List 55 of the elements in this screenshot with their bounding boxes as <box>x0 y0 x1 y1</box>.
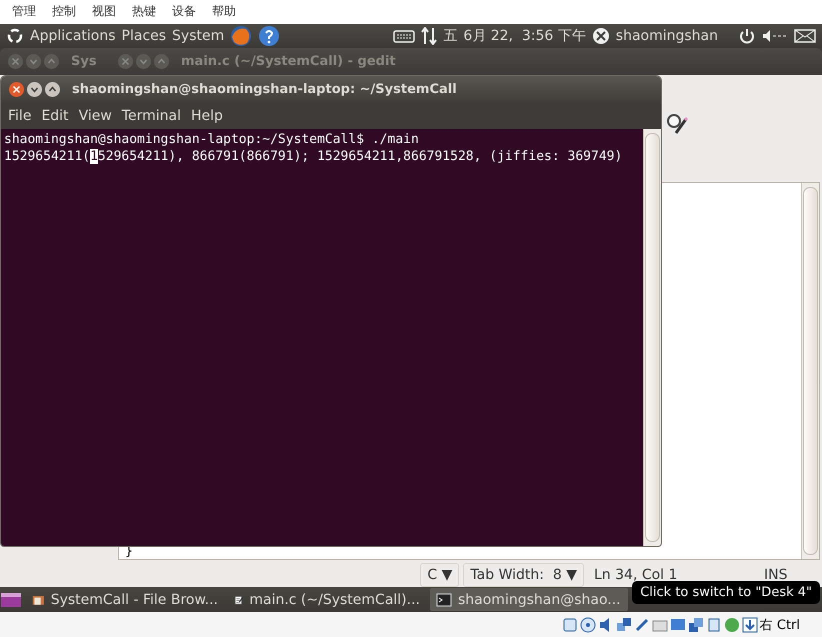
cursor-position: Ln 34, Col 1 <box>593 566 678 583</box>
menu-item[interactable]: Edit <box>36 108 74 124</box>
help-icon <box>258 24 280 47</box>
minimize-button[interactable] <box>27 82 42 97</box>
panel-menu[interactable]: Places <box>122 28 166 44</box>
tab-width-selector[interactable]: Tab Width: 8 ▼ <box>463 562 584 587</box>
menu-item[interactable]: 帮助 <box>204 3 244 20</box>
scrollbar[interactable] <box>801 182 819 559</box>
menu-item[interactable]: Help <box>186 108 228 124</box>
terminal-line: 1529654211(1529654211), 866791(866791); 1529654211,866791528, (jiffies: 369749) <box>4 148 624 165</box>
input-method-indicator: 五 <box>443 26 458 45</box>
terminal-line: shaomingshan@shaomingshan-laptop:~/SystemCall$ ./main <box>4 130 420 148</box>
pen-icon <box>634 616 650 633</box>
taskbar-button[interactable]: SystemCall - File Brow... <box>26 588 224 612</box>
taskbar-button[interactable]: shaomingshan@shao... <box>430 588 628 612</box>
insert-mode: INS <box>763 566 788 583</box>
clock: 6月 22, 3:56 下午 <box>463 26 586 45</box>
menu-item[interactable]: 热键 <box>124 3 164 20</box>
user-name: shaomingshan <box>616 28 718 44</box>
up-down-arrows-icon <box>421 26 438 45</box>
maximize-button[interactable] <box>154 54 169 69</box>
status-icon <box>592 26 610 45</box>
menu-item[interactable]: Terminal <box>116 108 186 124</box>
close-button[interactable] <box>9 82 24 97</box>
mail-icon <box>794 28 816 44</box>
taskbar-button[interactable]: main.c (~/SystemCall)... <box>228 588 426 612</box>
show-desktop-icon <box>0 590 22 609</box>
menu-item[interactable]: 视图 <box>84 3 124 20</box>
maximize-button[interactable] <box>44 54 59 69</box>
window-title: Sys <box>71 54 97 69</box>
disc-icon <box>580 616 596 633</box>
host-key-label: 右 Ctrl <box>760 616 800 634</box>
volume-icon <box>762 28 788 43</box>
network-icon <box>616 616 632 633</box>
ubuntu-logo-icon <box>6 26 24 45</box>
download-icon <box>742 616 758 633</box>
menu-item[interactable]: 控制 <box>44 3 84 20</box>
maximize-button[interactable] <box>45 82 60 97</box>
menu-item[interactable]: View <box>74 108 117 124</box>
window-title: shaomingshan@shaomingshan-laptop: ~/SystemCall <box>72 82 457 97</box>
find-replace-icon <box>666 112 690 137</box>
panel-menu[interactable]: Applications <box>30 28 116 44</box>
terminal-icon <box>436 592 452 608</box>
power-icon <box>738 26 756 45</box>
menu-item[interactable]: File <box>3 108 36 124</box>
menu-item[interactable]: 设备 <box>164 3 204 20</box>
keyboard-icon <box>393 28 416 44</box>
tooltip: Click to switch to "Desk 4" <box>632 581 820 604</box>
minimize-button[interactable] <box>26 54 41 69</box>
window-title: main.c (~/SystemCall) - gedit <box>181 54 396 69</box>
minimize-button[interactable] <box>136 54 151 69</box>
panel-menu[interactable]: System <box>172 28 224 44</box>
menu-item[interactable]: 管理 <box>4 3 44 20</box>
scrollbar[interactable] <box>643 128 661 546</box>
windows-icon <box>688 616 704 633</box>
